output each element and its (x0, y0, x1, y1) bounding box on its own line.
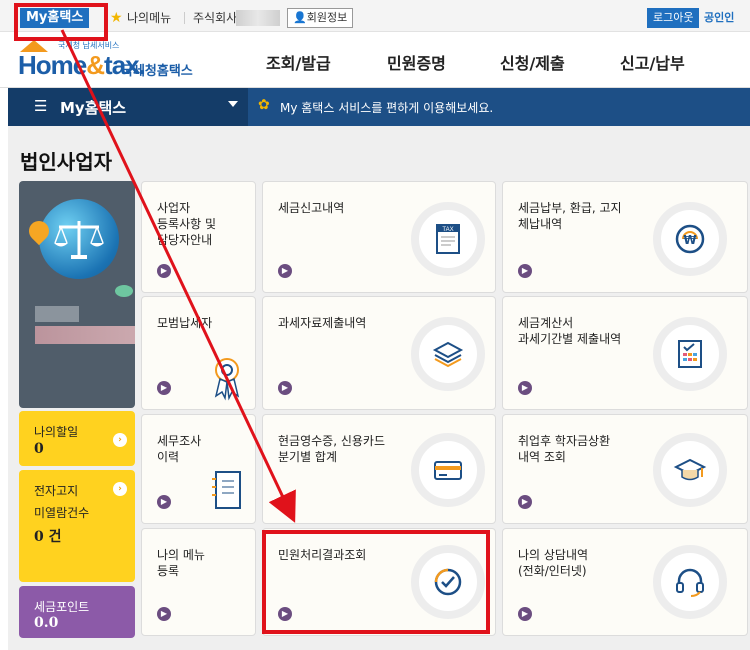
red-pointer-arrow (60, 29, 296, 523)
